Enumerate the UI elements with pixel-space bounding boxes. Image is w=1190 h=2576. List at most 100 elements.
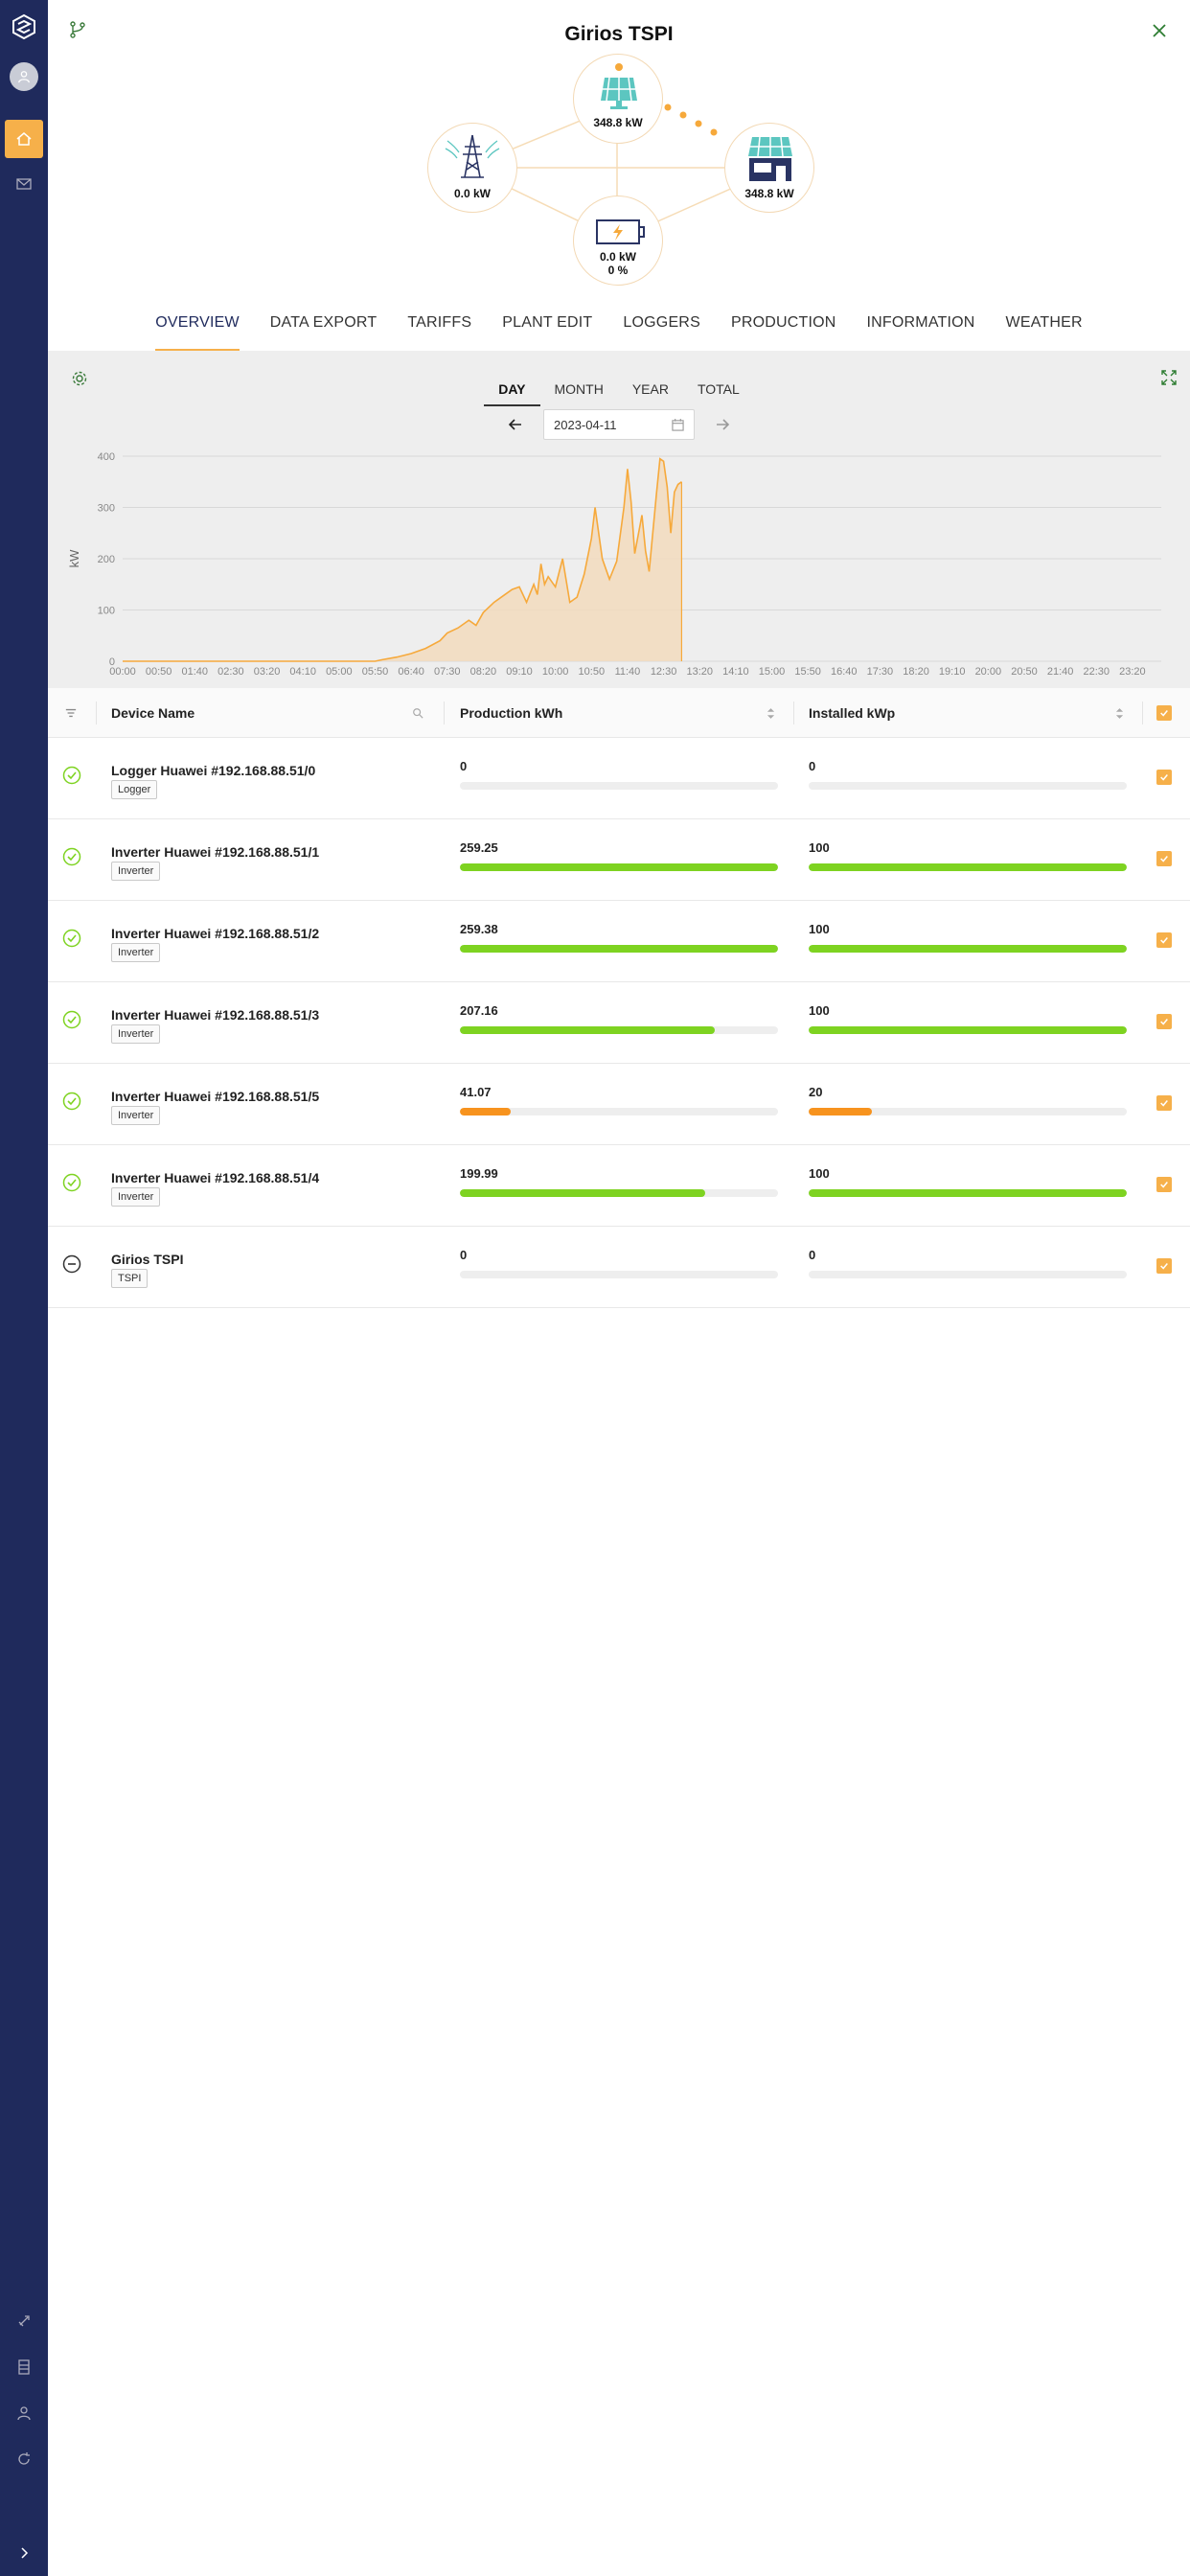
production-value: 199.99 [460, 1166, 498, 1181]
device-name: Logger Huawei #192.168.88.51/0 [111, 763, 316, 778]
book-icon[interactable] [0, 2348, 48, 2386]
table-row[interactable]: Girios TSPI TSPI 0 0 [48, 1227, 1190, 1308]
chart-panel: 0 100 200 300 400 kW 00:00 00:50 01:40 02:30 03:20… [48, 351, 1190, 688]
x-tick-label: 20:50 [1011, 666, 1038, 678]
tab-loggers[interactable]: LOGGERS [607, 307, 716, 351]
column-divider [793, 702, 794, 724]
x-tick-label: 01:40 [182, 666, 209, 678]
y-tick-label: 200 [98, 554, 115, 565]
table-header: Device Name Production kWh Installed kWp [48, 688, 1190, 738]
home-icon[interactable] [5, 120, 43, 158]
row-checkbox[interactable] [1156, 1014, 1172, 1029]
refresh-icon[interactable] [0, 2440, 48, 2478]
device-type-badge: Inverter [111, 1187, 161, 1207]
tab-overview[interactable]: OVERVIEW [140, 307, 255, 351]
x-tick-label: 11:40 [615, 666, 641, 678]
row-checkbox[interactable] [1156, 932, 1172, 948]
table-row[interactable]: Inverter Huawei #192.168.88.51/2 Inverte… [48, 901, 1190, 982]
solar-node[interactable]: 348.8 kW [573, 54, 663, 144]
main-content: 348.8 kW 0.0 kW 348.8 kW 0.0 kW 0 % Giri… [48, 0, 1190, 2576]
status-ok-icon [62, 929, 81, 948]
x-tick-label: 09:10 [506, 666, 533, 678]
row-checkbox[interactable] [1156, 1258, 1172, 1274]
date-navigator: 2023-04-11 [48, 409, 1190, 440]
column-header-production[interactable]: Production kWh [460, 688, 562, 738]
tab-plant-edit[interactable]: PLANT EDIT [487, 307, 607, 351]
prev-date-button[interactable] [501, 410, 530, 439]
y-tick-label: 100 [98, 606, 115, 617]
date-picker-input[interactable]: 2023-04-11 [543, 409, 695, 440]
tab-information[interactable]: INFORMATION [852, 307, 991, 351]
x-tick-label: 10:50 [579, 666, 606, 678]
home-node[interactable]: 348.8 kW [724, 123, 814, 213]
device-name: Inverter Huawei #192.168.88.51/3 [111, 1007, 320, 1023]
table-row[interactable]: Inverter Huawei #192.168.88.51/5 Inverte… [48, 1064, 1190, 1145]
select-all-checkbox[interactable] [1156, 705, 1172, 721]
x-tick-label: 17:30 [867, 666, 894, 678]
installed-bar [809, 1189, 1127, 1197]
chevron-right-icon[interactable] [0, 2534, 48, 2572]
column-header-device-name[interactable]: Device Name [111, 688, 195, 738]
tab-production[interactable]: PRODUCTION [716, 307, 852, 351]
row-checkbox[interactable] [1156, 1177, 1172, 1192]
status-ok-icon [62, 1092, 81, 1111]
tab-tariffs[interactable]: TARIFFS [392, 307, 487, 351]
x-tick-label: 15:00 [759, 666, 786, 678]
battery-node[interactable]: 0.0 kW 0 % [573, 196, 663, 286]
table-row[interactable]: Inverter Huawei #192.168.88.51/1 Inverte… [48, 819, 1190, 901]
x-tick-label: 05:00 [326, 666, 353, 678]
table-row[interactable]: Inverter Huawei #192.168.88.51/4 Inverte… [48, 1145, 1190, 1227]
status-ok-icon [62, 1173, 81, 1192]
user-avatar-icon[interactable] [10, 62, 38, 91]
table-row[interactable]: Logger Huawei #192.168.88.51/0 Logger 0 … [48, 738, 1190, 819]
x-tick-label: 00:50 [146, 666, 172, 678]
device-name: Inverter Huawei #192.168.88.51/1 [111, 844, 320, 860]
production-value: 0 [460, 1248, 468, 1262]
period-tab-total[interactable]: TOTAL [683, 372, 754, 406]
table-row[interactable]: Inverter Huawei #192.168.88.51/3 Inverte… [48, 982, 1190, 1064]
x-tick-label: 19:10 [939, 666, 966, 678]
sidebar [0, 0, 48, 2576]
production-bar [460, 863, 778, 871]
sort-icon[interactable] [1115, 688, 1124, 738]
x-tick-label: 05:50 [362, 666, 389, 678]
device-name: Inverter Huawei #192.168.88.51/2 [111, 926, 320, 941]
solar-power-value: 348.8 kW [593, 116, 643, 129]
close-icon[interactable] [1150, 21, 1169, 40]
production-bar [460, 782, 778, 790]
mail-icon[interactable] [0, 165, 48, 203]
calendar-icon [672, 418, 684, 431]
next-date-button[interactable] [708, 410, 737, 439]
tab-data-export[interactable]: DATA EXPORT [255, 307, 393, 351]
logo-icon[interactable] [11, 13, 37, 40]
column-divider [444, 702, 445, 724]
tab-weather[interactable]: WEATHER [991, 307, 1098, 351]
date-value: 2023-04-11 [554, 417, 617, 432]
production-value: 259.25 [460, 840, 498, 855]
installed-value: 100 [809, 922, 830, 936]
sort-icon[interactable] [767, 688, 775, 738]
installed-bar [809, 782, 1127, 790]
device-type-badge: Inverter [111, 862, 161, 881]
period-tab-year[interactable]: YEAR [618, 372, 683, 406]
grid-node[interactable]: 0.0 kW [427, 123, 517, 213]
period-tab-day[interactable]: DAY [484, 372, 540, 406]
x-tick-label: 06:40 [398, 666, 424, 678]
row-checkbox[interactable] [1156, 851, 1172, 866]
rocket-icon[interactable] [0, 2302, 48, 2340]
production-bar-fill [460, 1108, 512, 1116]
x-tick-label: 04:10 [289, 666, 316, 678]
row-checkbox[interactable] [1156, 1095, 1172, 1111]
production-value: 207.16 [460, 1003, 498, 1018]
column-header-installed[interactable]: Installed kWp [809, 688, 895, 738]
x-tick-label: 18:20 [903, 666, 929, 678]
device-type-badge: TSPI [111, 1269, 149, 1288]
row-checkbox[interactable] [1156, 770, 1172, 785]
user-icon[interactable] [0, 2394, 48, 2432]
production-value: 41.07 [460, 1085, 492, 1099]
search-icon[interactable] [412, 688, 423, 738]
period-tab-month[interactable]: MONTH [540, 372, 618, 406]
installed-bar [809, 1108, 1127, 1116]
column-divider [1142, 702, 1143, 724]
filter-icon[interactable] [65, 688, 77, 738]
